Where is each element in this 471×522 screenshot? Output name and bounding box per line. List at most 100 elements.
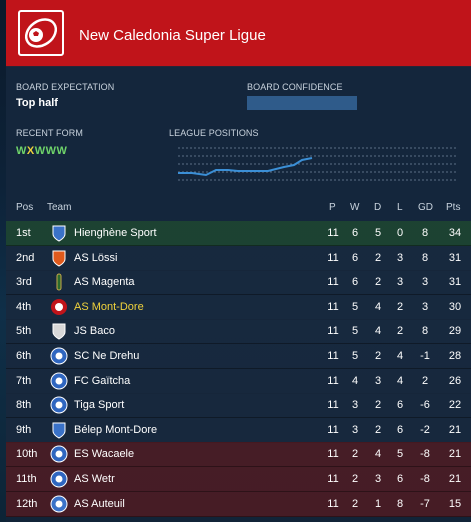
row-w: 2	[351, 473, 359, 485]
league-positions-chart	[178, 147, 458, 181]
row-team-name[interactable]: ES Wacaele	[74, 448, 134, 460]
row-l: 5	[396, 448, 404, 461]
row-pts: 26	[448, 374, 462, 387]
bottle-icon	[56, 273, 62, 291]
row-team-name[interactable]: AS Lössi	[74, 252, 117, 264]
header-won[interactable]: W	[350, 202, 359, 213]
table-row[interactable]: 11th AS Wetr 11 2 3 6 -8 21	[6, 467, 471, 492]
header-pos[interactable]: Pos	[16, 202, 33, 213]
recent-form: WXWWW	[16, 145, 67, 157]
row-gd: -8	[420, 448, 430, 461]
row-pos: 9th	[16, 423, 32, 436]
row-team-name[interactable]: AS Auteuil	[74, 498, 125, 510]
row-p: 11	[327, 325, 339, 338]
row-gd: -2	[420, 423, 430, 436]
row-pts: 21	[448, 448, 462, 461]
recent-form-label: RECENT FORM	[16, 128, 83, 138]
shield-icon	[52, 323, 66, 340]
row-l: 6	[396, 473, 404, 485]
row-team-name[interactable]: AS Wetr	[74, 473, 115, 485]
row-d: 2	[374, 350, 382, 362]
row-p: 11	[327, 399, 339, 412]
row-p: 11	[327, 497, 339, 510]
header-pts[interactable]: Pts	[446, 202, 460, 213]
row-gd: -1	[420, 350, 430, 362]
row-p: 11	[327, 227, 339, 239]
header-drawn[interactable]: D	[374, 202, 381, 213]
row-pts: 21	[448, 423, 462, 436]
row-pts: 21	[448, 473, 462, 485]
row-gd: 8	[421, 325, 429, 338]
row-l: 6	[396, 399, 404, 412]
table-row[interactable]: 10th ES Wacaele 11 2 4 5 -8 21	[6, 442, 471, 468]
form-result: W	[34, 145, 46, 157]
row-gd: 2	[421, 374, 429, 387]
board-expectation-value: Top half	[16, 97, 58, 109]
row-team-name[interactable]: AS Magenta	[74, 276, 135, 288]
table-row[interactable]: 5th JS Baco 11 5 4 2 8 29	[6, 319, 471, 345]
row-w: 2	[351, 497, 359, 510]
football-icon	[18, 10, 64, 56]
competition-header: New Caledonia Super Ligue	[6, 0, 471, 67]
row-gd: 3	[421, 276, 429, 289]
header-lost[interactable]: L	[397, 202, 403, 213]
row-p: 11	[327, 423, 339, 436]
row-team-name[interactable]: SC Ne Drehu	[74, 350, 139, 362]
row-d: 4	[374, 300, 382, 313]
form-result: W	[45, 145, 57, 157]
row-team-name[interactable]: AS Mont-Dore	[74, 301, 144, 313]
header-team[interactable]: Team	[47, 202, 71, 213]
row-d: 2	[374, 276, 382, 289]
row-team-name[interactable]: FC Gaïtcha	[74, 375, 130, 387]
row-team-name[interactable]: Hienghène Sport	[74, 227, 157, 239]
table-row[interactable]: 12th AS Auteuil 11 2 1 8 -7 15	[6, 491, 471, 517]
row-d: 2	[374, 423, 382, 436]
row-w: 2	[351, 448, 359, 461]
shield-icon	[52, 422, 66, 439]
row-pos: 6th	[16, 350, 32, 362]
row-pos: 4th	[16, 300, 32, 313]
row-pos: 8th	[16, 399, 32, 412]
row-pos: 1st	[16, 227, 31, 239]
row-pos: 5th	[16, 325, 32, 338]
table-row[interactable]: 1st Hienghène Sport 11 6 5 0 8 34	[6, 221, 471, 246]
row-l: 4	[396, 374, 404, 387]
table-row[interactable]: 4th AS Mont-Dore 11 5 4 2 3 30	[6, 294, 471, 320]
row-l: 3	[396, 276, 404, 289]
row-pos: 11th	[16, 473, 37, 485]
row-l: 3	[396, 251, 404, 264]
row-p: 11	[327, 251, 339, 264]
board-confidence-label: BOARD CONFIDENCE	[247, 82, 343, 92]
competition-title[interactable]: New Caledonia Super Ligue	[79, 27, 266, 44]
row-w: 6	[351, 227, 359, 239]
board-expectation-label: BOARD EXPECTATION	[16, 82, 115, 92]
row-d: 1	[374, 497, 382, 510]
row-l: 8	[396, 497, 404, 510]
table-row[interactable]: 8th Tiga Sport 11 3 2 6 -6 22	[6, 393, 471, 419]
row-pts: 29	[448, 325, 462, 338]
row-team-name[interactable]: JS Baco	[74, 325, 115, 337]
round-crest-icon	[50, 445, 68, 463]
row-team-name[interactable]: Tiga Sport	[74, 399, 124, 411]
round-crest-icon	[50, 372, 68, 390]
table-row[interactable]: 6th SC Ne Drehu 11 5 2 4 -1 28	[6, 344, 471, 369]
row-pos: 3rd	[16, 276, 32, 289]
table-row[interactable]: 9th Bélep Mont-Dore 11 3 2 6 -2 21	[6, 417, 471, 443]
table-row[interactable]: 7th FC Gaïtcha 11 4 3 4 2 26	[6, 368, 471, 394]
row-w: 5	[351, 350, 359, 362]
row-pts: 34	[448, 227, 462, 239]
header-played[interactable]: P	[329, 202, 336, 213]
row-gd: -8	[420, 473, 430, 485]
table-row[interactable]: 3rd AS Magenta 11 6 2 3 3 31	[6, 270, 471, 296]
round-crest-icon	[50, 470, 68, 488]
row-team-name[interactable]: Bélep Mont-Dore	[74, 424, 157, 436]
row-l: 6	[396, 423, 404, 436]
row-l: 0	[396, 227, 404, 239]
row-gd: 3	[421, 300, 429, 313]
row-w: 6	[351, 251, 359, 264]
row-p: 11	[327, 300, 339, 313]
table-row[interactable]: 2nd AS Lössi 11 6 2 3 8 31	[6, 245, 471, 271]
header-gd[interactable]: GD	[418, 202, 433, 213]
row-d: 3	[374, 473, 382, 485]
row-w: 5	[351, 325, 359, 338]
